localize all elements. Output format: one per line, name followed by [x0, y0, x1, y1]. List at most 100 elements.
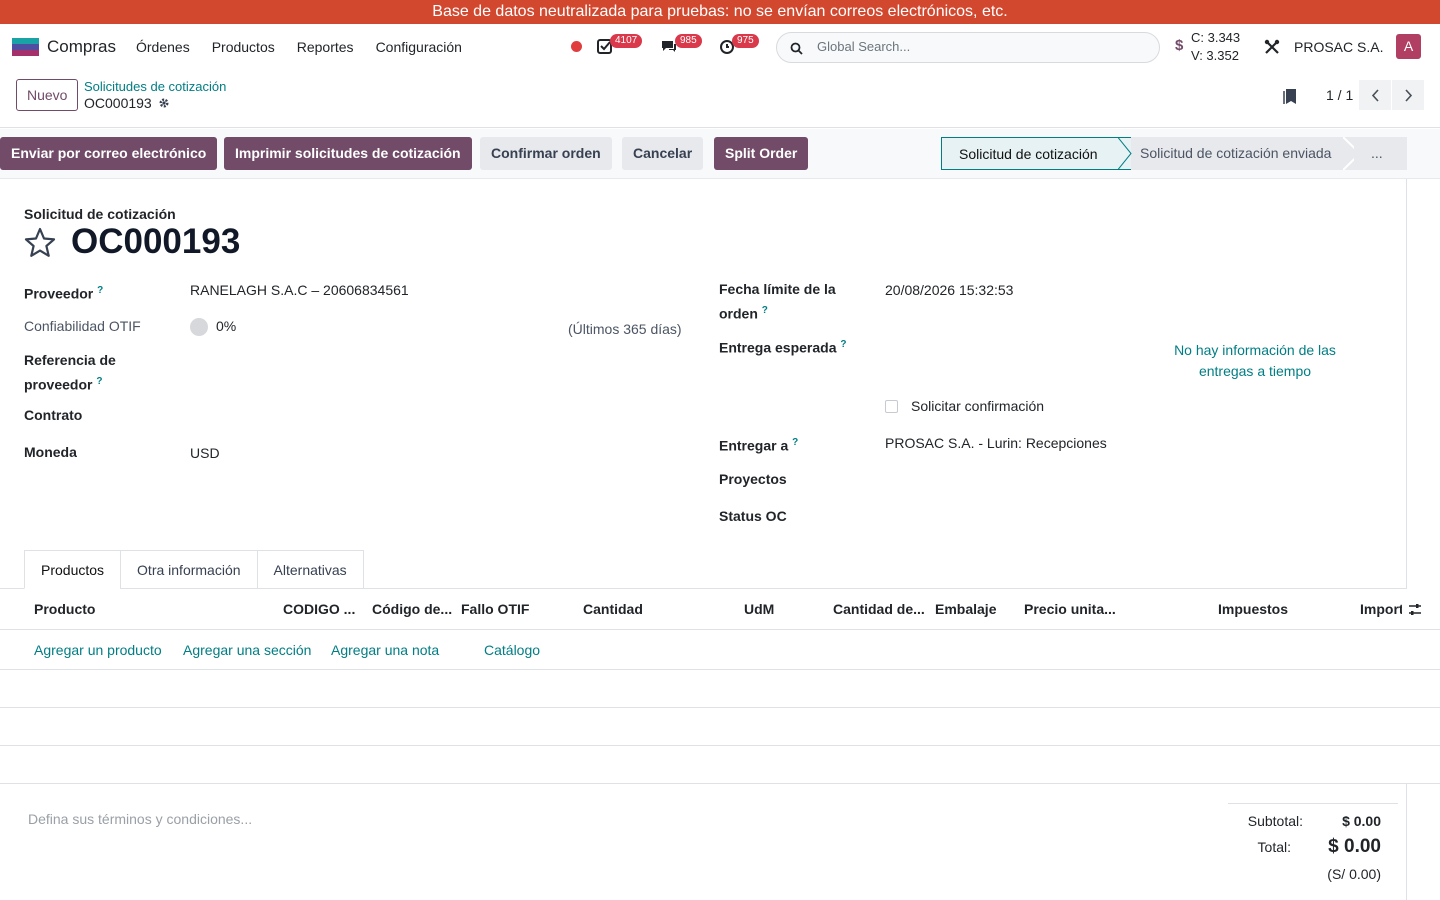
stage-more[interactable]: ...	[1354, 137, 1407, 170]
terms-conditions-input[interactable]: Defina sus términos y condiciones...	[28, 811, 252, 827]
breadcrumb-parent[interactable]: Solicitudes de cotización	[84, 79, 226, 94]
projects-label: Proyectos	[719, 471, 787, 487]
company-switcher[interactable]: PROSAC S.A.	[1294, 39, 1383, 55]
app-name[interactable]: Compras	[47, 37, 116, 57]
column-amount[interactable]: Import	[1360, 601, 1402, 617]
breadcrumb-current: OC000193	[84, 95, 170, 111]
column-uom[interactable]: UdM	[744, 601, 774, 617]
stage-arrow-current	[1118, 137, 1132, 170]
test-database-banner: Base de datos neutralizada para pruebas:…	[0, 0, 1440, 24]
ontime-info: No hay información de las entregas a tiem…	[1174, 342, 1336, 379]
top-navbar: Compras Órdenes Productos Reportes Confi…	[0, 24, 1440, 70]
pager-value[interactable]: 1 / 1	[1326, 87, 1353, 103]
column-code[interactable]: CODIGO ...	[283, 601, 355, 617]
stage-rfq-current[interactable]: Solicitud de cotización	[941, 137, 1131, 170]
currency-field[interactable]: USD	[190, 443, 220, 464]
debug-tools-icon[interactable]	[1264, 39, 1280, 55]
request-confirmation-label: Solicitar confirmación	[911, 398, 1045, 414]
contract-label: Contrato	[24, 407, 83, 423]
print-rfq-button[interactable]: Imprimir solicitudes de cotización	[224, 137, 472, 170]
chevron-right-icon	[1404, 88, 1412, 102]
menu-orders[interactable]: Órdenes	[136, 39, 190, 55]
sheet-right-border	[1406, 784, 1407, 900]
optional-columns-icon[interactable]	[1408, 603, 1422, 616]
chevron-left-icon	[1371, 88, 1379, 102]
gear-icon[interactable]	[158, 97, 170, 109]
purchase-app-icon[interactable]	[12, 38, 39, 56]
cancel-button[interactable]: Cancelar	[622, 137, 704, 170]
local-currency-total: (S/ 0.00)	[1327, 866, 1381, 882]
exchange-rate-icon[interactable]: $	[1175, 37, 1183, 54]
currency-label: Moneda	[24, 444, 77, 460]
menu-products[interactable]: Productos	[212, 39, 275, 55]
order-deadline-label: Fecha límite de la orden ?	[719, 281, 836, 322]
column-taxes[interactable]: Impuestos	[1218, 601, 1288, 617]
search-icon	[790, 42, 803, 55]
order-deadline-field[interactable]: 20/08/2026 15:32:53	[885, 280, 1013, 301]
user-avatar[interactable]: A	[1396, 34, 1421, 59]
empty-row	[0, 670, 1440, 708]
new-button[interactable]: Nuevo	[16, 79, 79, 111]
deliver-to-label: Entregar a ?	[719, 437, 799, 454]
subtotal-label: Subtotal:	[1247, 813, 1303, 829]
exchange-rates: C: 3.343 V: 3.352	[1191, 29, 1240, 65]
vendor-reference-label: Referencia de proveedor ?	[24, 352, 116, 393]
empty-row	[0, 746, 1440, 784]
column-unit-price[interactable]: Precio unita...	[1024, 601, 1116, 617]
expected-delivery-label: Entrega esperada ?	[719, 339, 847, 356]
column-packaging[interactable]: Embalaje	[935, 601, 996, 617]
column-product[interactable]: Producto	[34, 601, 95, 617]
add-section-link[interactable]: Agregar una sección	[183, 642, 311, 658]
deliver-to-field[interactable]: PROSAC S.A. - Lurin: Recepciones	[885, 433, 1107, 454]
confirm-order-button[interactable]: Confirmar orden	[480, 137, 612, 170]
status-oc-label: Status OC	[719, 508, 787, 524]
tab-other-info[interactable]: Otra información	[120, 550, 258, 589]
vendor-label: Proveedor ?	[24, 285, 104, 302]
column-quantity[interactable]: Cantidad	[583, 601, 643, 617]
order-lines-header: Producto CODIGO ... Código de... Fallo O…	[0, 589, 1440, 630]
main-menu: Órdenes Productos Reportes Configuración	[136, 39, 462, 55]
otif-label: Confiabilidad OTIF	[24, 318, 141, 334]
menu-configuration[interactable]: Configuración	[376, 39, 462, 55]
totals-block: Subtotal: $ 0.00 Total: $ 0.00 (S/ 0.00)	[1228, 803, 1398, 882]
document-name: OC000193	[71, 222, 241, 261]
tab-alternatives[interactable]: Alternativas	[256, 550, 364, 589]
activities-badge: 4107	[610, 34, 643, 48]
pager-previous-button[interactable]	[1359, 80, 1391, 110]
vendor-field[interactable]: RANELAGH S.A.C – 20606834561	[190, 280, 409, 301]
breadcrumb-current-label: OC000193	[84, 95, 152, 111]
global-search	[776, 32, 1160, 63]
column-vendor-code[interactable]: Código de...	[372, 601, 452, 617]
menu-reports[interactable]: Reportes	[297, 39, 354, 55]
split-order-button[interactable]: Split Order	[714, 137, 809, 170]
form-sheet: Solicitud de cotización OC000193 Proveed…	[0, 179, 1407, 589]
add-note-link[interactable]: Agregar una nota	[331, 642, 439, 658]
stage-rfq-sent[interactable]: Solicitud de cotización enviada	[1121, 137, 1361, 170]
otif-indicator	[190, 318, 208, 336]
global-search-input[interactable]	[817, 39, 1147, 54]
tab-products[interactable]: Productos	[24, 550, 122, 589]
rate-buy: C: 3.343	[1191, 30, 1241, 45]
control-panel: Nuevo Solicitudes de cotización OC000193…	[0, 70, 1440, 128]
otif-value: 0%	[216, 318, 237, 334]
add-line-row: Agregar un producto Agregar una sección …	[0, 630, 1440, 670]
catalog-link[interactable]: Catálogo	[484, 642, 540, 658]
request-confirmation-checkbox[interactable]	[885, 400, 898, 413]
column-packaging-qty[interactable]: Cantidad de...	[833, 601, 925, 617]
recording-indicator-icon[interactable]	[571, 41, 582, 52]
notebook-tabs: Productos Otra información Alternativas	[24, 550, 364, 589]
send-email-button[interactable]: Enviar por correo electrónico	[0, 137, 218, 170]
column-otif-failure[interactable]: Fallo OTIF	[461, 601, 529, 617]
bookmark-icon[interactable]	[1283, 88, 1297, 105]
star-icon[interactable]	[24, 227, 56, 258]
subtotal-value: $ 0.00	[1342, 813, 1381, 829]
total-value: $ 0.00	[1328, 836, 1381, 857]
pager-next-button[interactable]	[1392, 80, 1424, 110]
add-product-link[interactable]: Agregar un producto	[34, 642, 162, 658]
rate-sell: V: 3.352	[1191, 48, 1239, 63]
document-type-label: Solicitud de cotización	[24, 206, 176, 222]
otif-period: (Últimos 365 días)	[568, 321, 682, 337]
empty-row	[0, 708, 1440, 746]
messages-badge: 985	[675, 34, 702, 48]
timers-badge: 975	[732, 34, 759, 48]
